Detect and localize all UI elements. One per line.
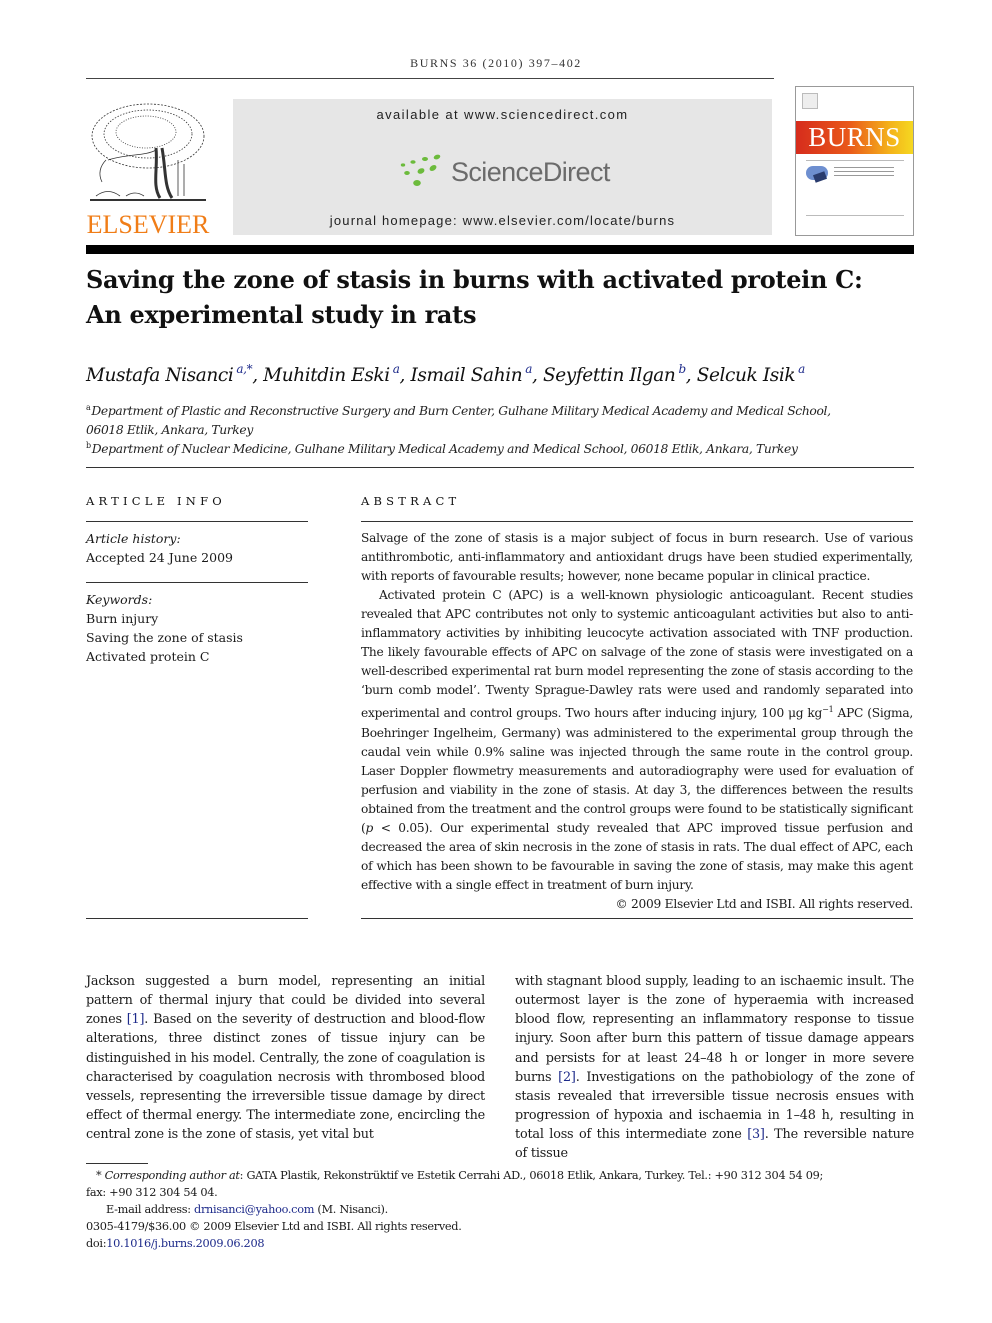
- cover-title-band: BURNS: [796, 121, 913, 154]
- sciencedirect-dots-icon: [400, 154, 441, 186]
- accepted-date: Accepted 24 June 2009: [86, 550, 233, 565]
- abstract-paragraph: Activated protein C (APC) is a well-know…: [361, 588, 913, 892]
- title-line-2: An experimental study in rats: [86, 300, 477, 329]
- article-info-divider: [86, 582, 308, 583]
- header-rule: [86, 78, 774, 79]
- reference-link[interactable]: [3]: [747, 1127, 765, 1142]
- abstract-paragraph: Salvage of the zone of stasis is a major…: [361, 531, 913, 584]
- journal-cover-thumbnail[interactable]: BURNS: [795, 86, 914, 236]
- elsevier-logo: ELSEVIER: [86, 98, 210, 238]
- footnotes: * Corresponding author at: GATA Plastik,…: [86, 1167, 914, 1252]
- author-name: Ismail Sahin: [410, 365, 523, 386]
- cover-title: BURNS: [808, 122, 901, 152]
- affiliation-mark: b: [86, 441, 91, 450]
- footnote-rule: [86, 1163, 148, 1164]
- body-paragraph: Jackson suggested a burn model, represen…: [86, 974, 485, 1143]
- section-divider: [86, 467, 914, 468]
- author-affiliation-link[interactable]: a,*: [236, 362, 252, 376]
- header-thick-rule: [86, 245, 914, 254]
- author-affiliation-link[interactable]: b: [678, 362, 686, 376]
- email-note: E-mail address: drnisanci@yahoo.com (M. …: [106, 1203, 388, 1216]
- author-affiliation-link[interactable]: a: [393, 362, 400, 376]
- available-at-link[interactable]: available at www.sciencedirect.com: [233, 107, 772, 122]
- abstract-body: Salvage of the zone of stasis is a major…: [361, 529, 913, 914]
- body-column-left: Jackson suggested a burn model, represen…: [86, 972, 485, 1144]
- cover-subtitle-lines: [834, 167, 894, 179]
- author-name: Muhitdin Eski: [263, 365, 390, 386]
- corresponding-author-note: * Corresponding author at: GATA Plastik,…: [96, 1169, 823, 1182]
- doi-link[interactable]: 10.1016/j.burns.2009.06.208: [106, 1237, 264, 1250]
- body-column-right: with stagnant blood supply, leading to a…: [515, 972, 914, 1164]
- author-name: Mustafa Nisanci: [86, 365, 234, 386]
- abstract-bottom-divider: [361, 918, 913, 919]
- article-info-heading: ARTICLE INFO: [86, 494, 226, 508]
- keywords-label: Keywords:: [86, 592, 153, 607]
- affiliation-b: bDepartment of Nuclear Medicine, Gulhane…: [86, 436, 914, 459]
- reference-link[interactable]: [1]: [127, 1012, 145, 1027]
- abstract-copyright: © 2009 Elsevier Ltd and ISBI. All rights…: [615, 896, 913, 911]
- article-history-label: Article history:: [86, 531, 181, 546]
- affiliation-a: aDepartment of Plastic and Reconstructiv…: [86, 398, 914, 440]
- journal-homepage-link[interactable]: journal homepage: www.elsevier.com/locat…: [233, 213, 772, 228]
- keywords-block: Keywords: Burn injury Saving the zone of…: [86, 590, 243, 666]
- keyword: Activated protein C: [86, 649, 210, 664]
- cover-publisher-icon: [802, 93, 818, 109]
- author-affiliation-link[interactable]: a: [798, 362, 805, 376]
- elsevier-wordmark: ELSEVIER: [86, 210, 210, 239]
- doi-line: doi:10.1016/j.burns.2009.06.208: [86, 1237, 265, 1250]
- affiliation-text: Department of Plastic and Reconstructive…: [91, 404, 831, 418]
- article-history: Article history: Accepted 24 June 2009: [86, 529, 233, 567]
- fax-number: fax: +90 312 304 54 04.: [86, 1186, 218, 1199]
- sciencedirect-logo[interactable]: ScienceDirect: [399, 153, 619, 193]
- keyword: Saving the zone of stasis: [86, 630, 243, 645]
- sciencedirect-banner: available at www.sciencedirect.com Scien…: [233, 99, 772, 235]
- reference-link[interactable]: [2]: [558, 1070, 576, 1085]
- author-name: Seyfettin Ilgan: [542, 365, 676, 386]
- title-line-1: Saving the zone of stasis in burns with …: [86, 265, 863, 294]
- affiliation-text: Department of Nuclear Medicine, Gulhane …: [91, 442, 798, 456]
- running-head: BURNS 36 (2010) 397–402: [410, 56, 582, 70]
- body-paragraph: with stagnant blood supply, leading to a…: [515, 974, 914, 1162]
- article-info-divider: [86, 521, 308, 522]
- sciencedirect-wordmark: ScienceDirect: [451, 157, 610, 187]
- article-title: Saving the zone of stasis in burns with …: [86, 262, 914, 332]
- author-affiliation-link[interactable]: a: [525, 362, 532, 376]
- abstract-divider: [361, 521, 913, 522]
- cover-divider: [806, 215, 904, 216]
- author-list: Mustafa Nisanci a,*, Muhitdin Eski a, Isma…: [86, 362, 805, 386]
- issn-copyright: 0305-4179/$36.00 © 2009 Elsevier Ltd and…: [86, 1220, 462, 1233]
- email-link[interactable]: drnisanci@yahoo.com: [194, 1203, 314, 1216]
- affiliation-mark: a: [86, 403, 91, 412]
- author-name: Selcuk Isik: [696, 365, 796, 386]
- cover-divider: [806, 160, 904, 161]
- keyword: Burn injury: [86, 611, 159, 626]
- article-info-bottom-divider: [86, 918, 308, 919]
- elsevier-tree-icon: [90, 103, 206, 201]
- abstract-heading: ABSTRACT: [361, 494, 461, 508]
